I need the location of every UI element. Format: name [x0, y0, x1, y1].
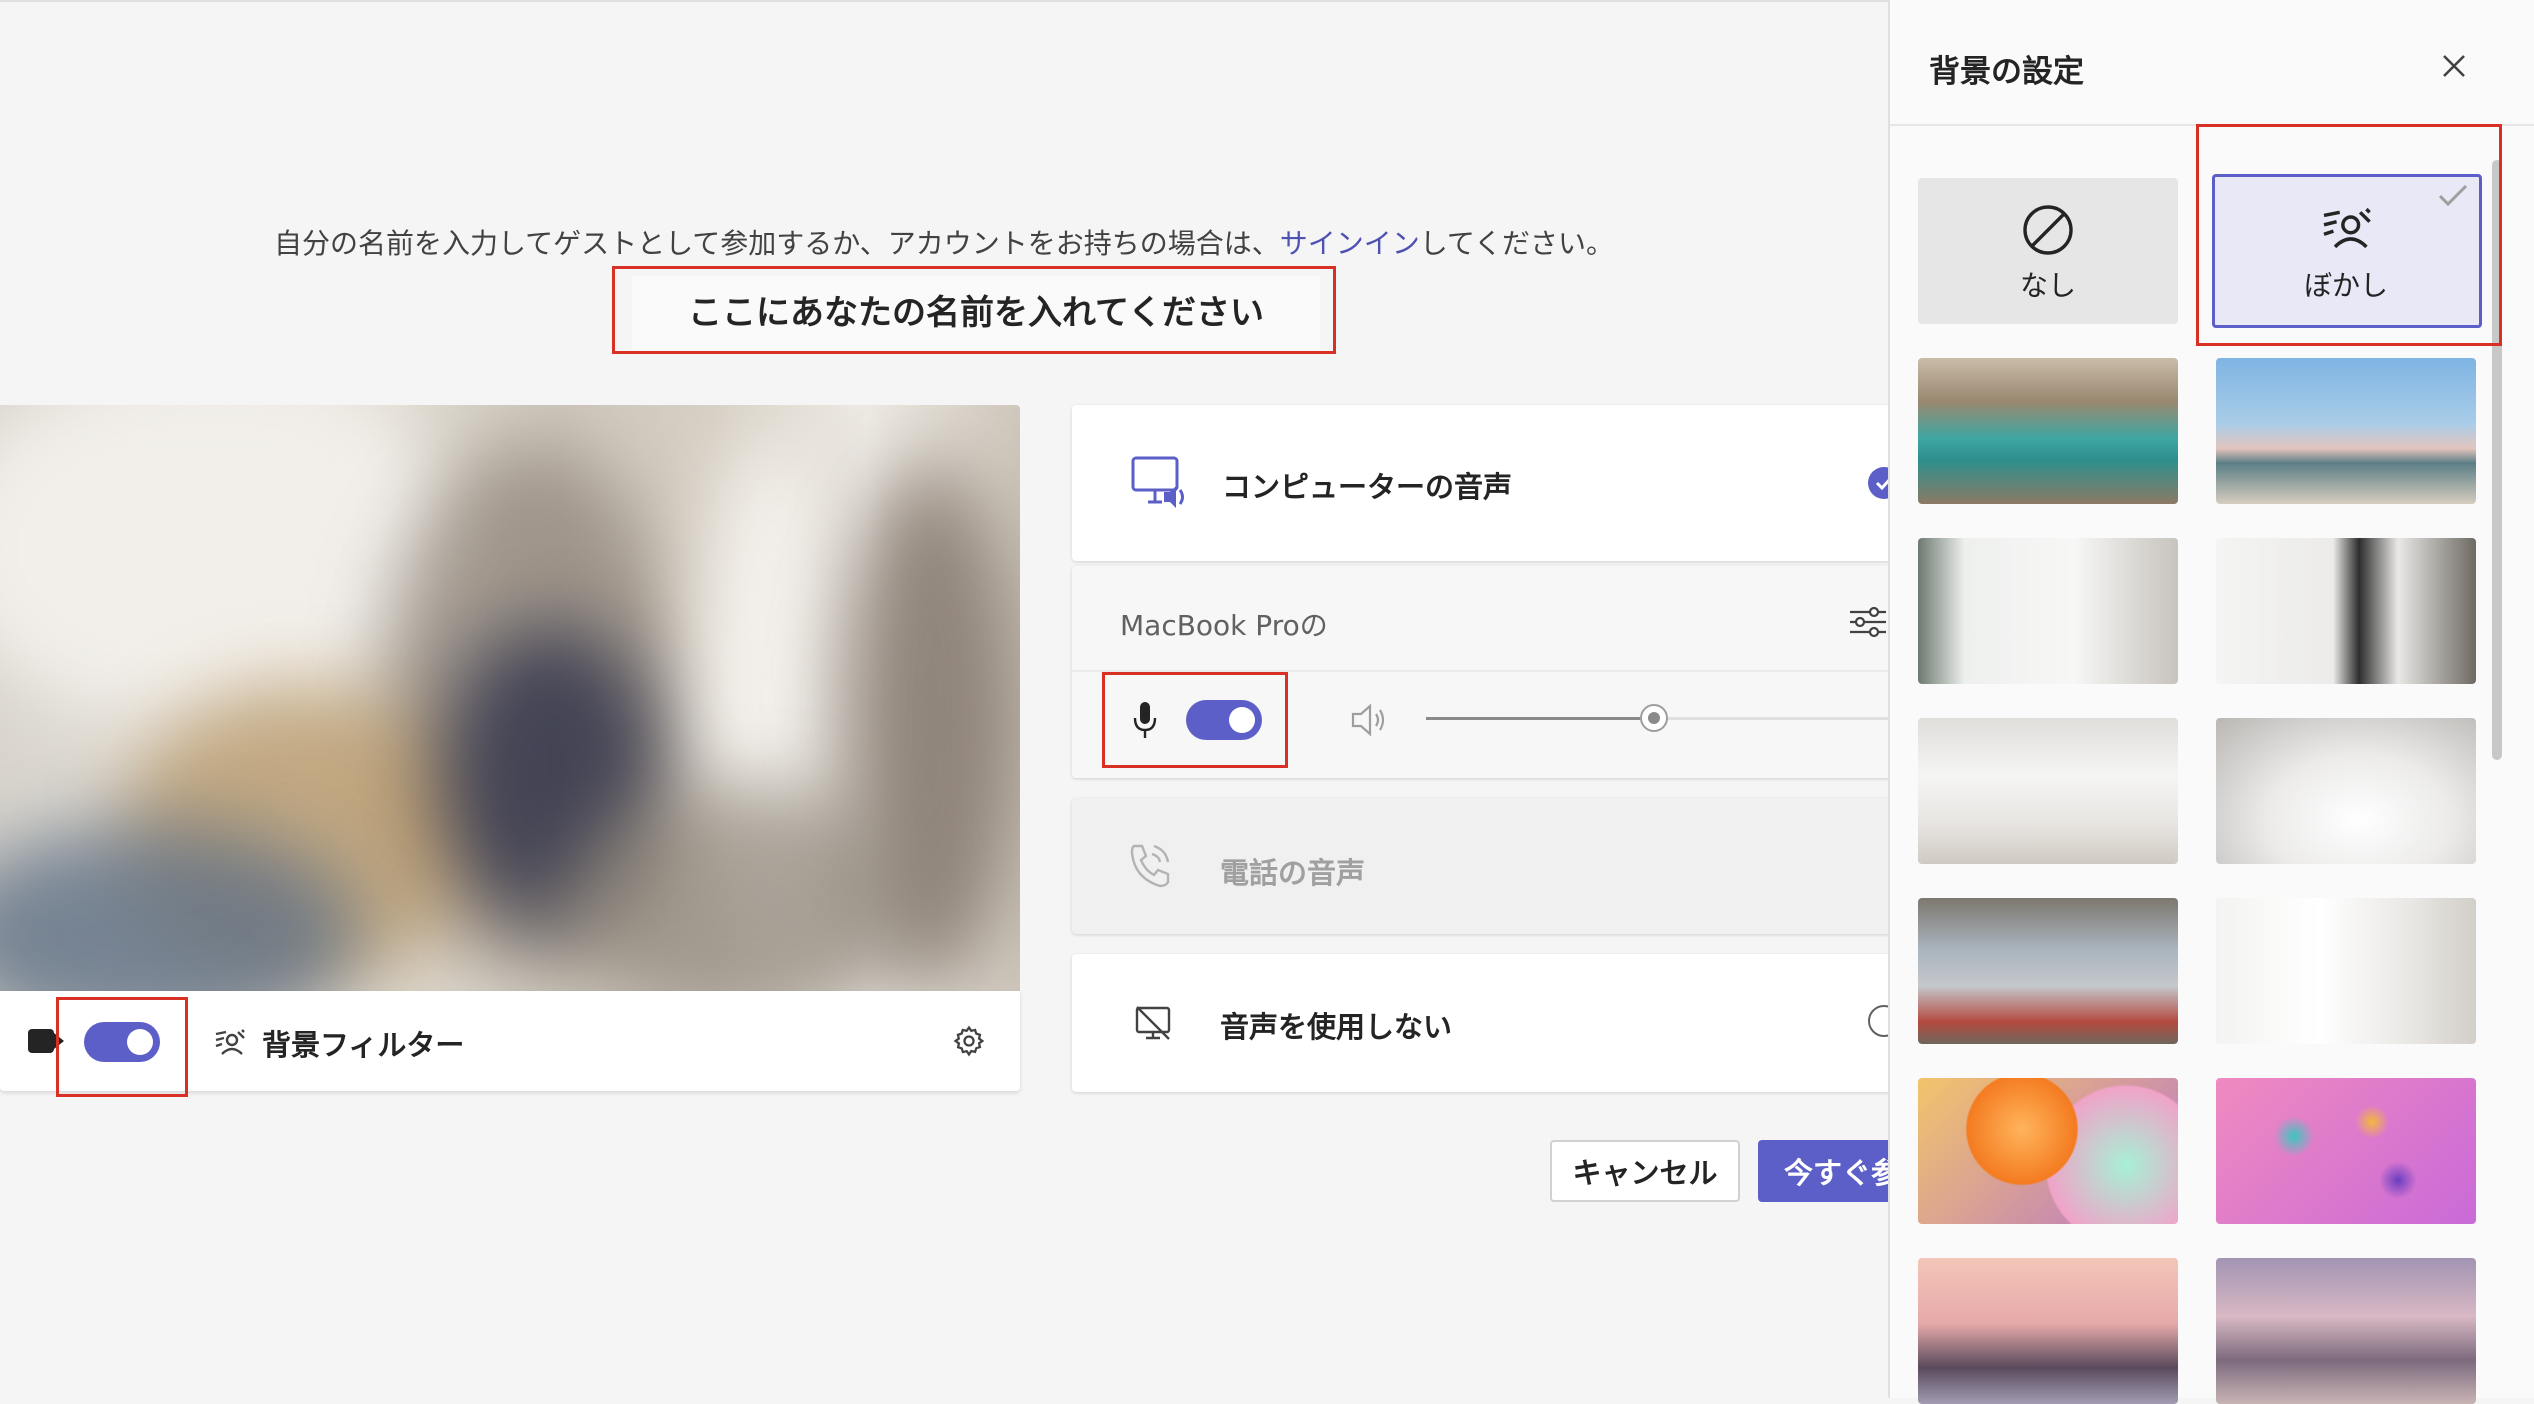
background-bright-room-tile[interactable]	[2216, 718, 2476, 864]
background-minimal-room-tile[interactable]	[2216, 898, 2476, 1044]
prompt-text: 自分の名前を入力してゲストとして参加するか、アカウントをお持ちの場合は、	[273, 227, 1280, 260]
speaker-icon	[1351, 703, 1385, 737]
join-instructions: 自分の名前を入力してゲストとして参加するか、アカウントをお持ちの場合は、サインイ…	[0, 222, 1888, 262]
microphone-icon	[1133, 702, 1157, 738]
computer-audio-label: コンピューターの音声	[1222, 470, 1513, 504]
background-blur-label: ぼかし	[2303, 269, 2388, 302]
phone-audio-label: 電話の音声	[1220, 856, 1366, 890]
cancel-button[interactable]: キャンセル	[1550, 1140, 1740, 1202]
speaker-volume-slider[interactable]	[1640, 704, 1668, 732]
selected-checkmark-icon	[2438, 184, 2468, 207]
background-arch-rocks-tile[interactable]	[2216, 1258, 2476, 1404]
blur-icon	[2323, 207, 2371, 249]
background-white-loft-tile[interactable]	[1918, 718, 2178, 864]
name-input[interactable]	[632, 276, 1320, 350]
background-pink-bubbles-tile[interactable]	[2216, 1078, 2476, 1224]
top-divider	[0, 0, 1888, 2]
background-none-label: なし	[2019, 269, 2076, 302]
background-color-balls-tile[interactable]	[1918, 1078, 2178, 1224]
speaker-volume-fill	[1426, 717, 1654, 720]
background-city-office-tile[interactable]	[1918, 898, 2178, 1044]
no-audio-option[interactable]	[1072, 954, 1892, 1092]
camera-icon	[28, 1029, 64, 1053]
no-audio-icon	[1135, 1006, 1171, 1040]
close-icon[interactable]	[2436, 48, 2472, 84]
video-preview	[0, 405, 1020, 991]
phone-audio-option[interactable]	[1072, 798, 1892, 934]
background-office-lockers-tile[interactable]	[1918, 358, 2178, 504]
settings-gear-icon[interactable]	[952, 1024, 986, 1058]
prompt-suffix: してください。	[1419, 227, 1615, 260]
device-label: MacBook Proの	[1120, 609, 1328, 642]
background-white-room-1-tile[interactable]	[1918, 538, 2178, 684]
background-beach-tile[interactable]	[2216, 358, 2476, 504]
computer-audio-icon	[1131, 456, 1184, 508]
background-white-room-2-tile[interactable]	[2216, 538, 2476, 684]
phone-icon	[1130, 844, 1170, 888]
device-settings-sliders-icon[interactable]	[1848, 604, 1888, 640]
background-blur-icon	[215, 1029, 245, 1055]
sign-in-link[interactable]: サインイン	[1280, 227, 1420, 260]
camera-toggle[interactable]	[84, 1022, 160, 1062]
none-icon	[2023, 205, 2073, 255]
background-bridge-tile[interactable]	[1918, 1258, 2178, 1404]
panel-title: 背景の設定	[1929, 54, 2084, 90]
background-filter-label[interactable]: 背景フィルター	[262, 1022, 464, 1064]
no-audio-label: 音声を使用しない	[1220, 1010, 1453, 1044]
microphone-toggle[interactable]	[1186, 700, 1262, 740]
